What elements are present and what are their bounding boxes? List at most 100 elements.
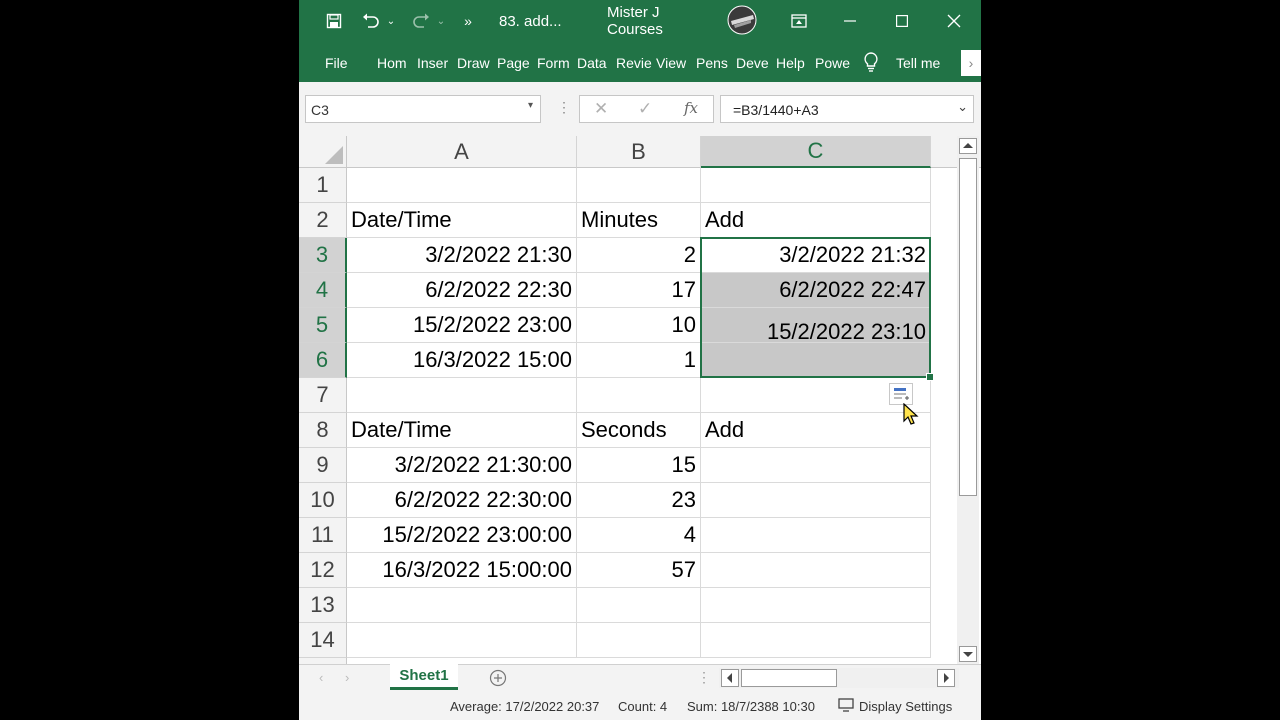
maximize-icon[interactable] <box>889 8 915 34</box>
scroll-left-icon[interactable] <box>721 669 739 687</box>
cell-a6[interactable]: 16/3/2022 15:00 <box>347 343 577 378</box>
cell-c4[interactable]: 6/2/2022 22:47 <box>701 273 931 308</box>
cell-c13[interactable] <box>701 588 931 623</box>
tab-page-layout[interactable]: Page <box>497 55 530 71</box>
cell-b5[interactable]: 10 <box>577 308 701 343</box>
enter-icon[interactable]: ✓ <box>638 99 652 119</box>
row-header[interactable]: 8 <box>299 413 347 448</box>
cell-c12[interactable] <box>701 553 931 588</box>
user-name[interactable]: Mister J Courses <box>607 4 719 38</box>
row-header[interactable]: 13 <box>299 588 347 623</box>
worksheet-grid[interactable]: A B C 1 2 3 4 5 6 7 8 9 10 11 12 13 14 D… <box>299 136 981 664</box>
display-settings-button[interactable]: Display Settings <box>859 699 952 714</box>
cell-c1[interactable] <box>701 168 931 203</box>
tab-developer[interactable]: Deve <box>736 55 769 71</box>
cell-b12[interactable]: 57 <box>577 553 701 588</box>
scroll-down-icon[interactable] <box>959 646 977 662</box>
cell-a14[interactable] <box>347 623 577 658</box>
fill-handle[interactable] <box>926 373 934 381</box>
cell-b1[interactable] <box>577 168 701 203</box>
insert-function-icon[interactable]: fx <box>684 99 698 117</box>
row-header[interactable]: 6 <box>299 343 347 378</box>
tab-insert[interactable]: Inser <box>417 55 448 71</box>
cell-b14[interactable] <box>577 623 701 658</box>
tab-home[interactable]: Hom <box>377 55 407 71</box>
tab-formulas[interactable]: Form <box>537 55 570 71</box>
horizontal-scrollbar[interactable] <box>719 668 959 688</box>
cell-a12[interactable]: 16/3/2022 15:00:00 <box>347 553 577 588</box>
redo-dropdown-icon[interactable]: ⌄ <box>435 8 447 34</box>
scroll-right-icon[interactable] <box>937 669 955 687</box>
display-settings-icon[interactable] <box>838 698 854 715</box>
cell-a4[interactable]: 6/2/2022 22:30 <box>347 273 577 308</box>
cell-c2[interactable]: Add <box>701 203 931 238</box>
cell-a9[interactable]: 3/2/2022 21:30:00 <box>347 448 577 483</box>
sheet-scroll-left-icon[interactable]: ‹ <box>319 670 323 685</box>
tab-pens[interactable]: Pens <box>696 55 728 71</box>
formula-input[interactable]: =B3/1440+A3 ⌄ <box>720 95 974 123</box>
cell-c14[interactable] <box>701 623 931 658</box>
undo-dropdown-icon[interactable]: ⌄ <box>385 8 397 34</box>
cell-b9[interactable]: 15 <box>577 448 701 483</box>
row-header[interactable]: 14 <box>299 623 347 658</box>
cell-a13[interactable] <box>347 588 577 623</box>
column-header-a[interactable]: A <box>347 136 577 168</box>
cell-c8[interactable]: Add <box>701 413 931 448</box>
row-header[interactable]: 7 <box>299 378 347 413</box>
vertical-scrollbar[interactable] <box>957 136 979 664</box>
cancel-icon[interactable]: ✕ <box>594 99 608 119</box>
more-options-icon[interactable]: ⋮ <box>557 99 571 116</box>
cell-a2[interactable]: Date/Time <box>347 203 577 238</box>
cell-b4[interactable]: 17 <box>577 273 701 308</box>
tell-me-search[interactable]: Tell me <box>896 55 940 71</box>
tab-power[interactable]: Powe <box>815 55 850 71</box>
chevron-down-icon[interactable]: ▾ <box>528 100 533 111</box>
cell-a7[interactable] <box>347 378 577 413</box>
cell-a1[interactable] <box>347 168 577 203</box>
column-header-c[interactable]: C <box>701 136 931 168</box>
cell-c3[interactable]: 3/2/2022 21:32 <box>701 238 931 273</box>
add-sheet-icon[interactable] <box>489 669 507 687</box>
select-all-corner[interactable] <box>299 136 347 168</box>
ribbon-scroll-right-icon[interactable]: › <box>961 50 981 76</box>
cell-a3[interactable]: 3/2/2022 21:30 <box>347 238 577 273</box>
cell-b10[interactable]: 23 <box>577 483 701 518</box>
row-header[interactable]: 12 <box>299 553 347 588</box>
expand-formula-icon[interactable]: ⌄ <box>957 99 968 115</box>
row-header[interactable]: 2 <box>299 203 347 238</box>
sheet-scroll-right-icon[interactable]: › <box>345 670 349 685</box>
cell-b8[interactable]: Seconds <box>577 413 701 448</box>
vertical-scroll-thumb[interactable] <box>959 158 977 496</box>
minimize-icon[interactable] <box>837 8 863 34</box>
cell-b11[interactable]: 4 <box>577 518 701 553</box>
cell-c6[interactable] <box>701 343 931 378</box>
row-header[interactable]: 5 <box>299 308 347 343</box>
cell-b13[interactable] <box>577 588 701 623</box>
scroll-up-icon[interactable] <box>959 138 977 154</box>
tab-file[interactable]: File <box>325 55 348 71</box>
tab-help[interactable]: Help <box>776 55 805 71</box>
sheet-tab-sheet1[interactable]: Sheet1 <box>390 664 458 690</box>
more-options-icon[interactable]: ⋮ <box>697 669 711 686</box>
save-icon[interactable] <box>321 8 347 34</box>
row-header[interactable]: 11 <box>299 518 347 553</box>
name-box[interactable]: C3 ▾ <box>305 95 541 123</box>
cell-b7[interactable] <box>577 378 701 413</box>
cell-b6[interactable]: 1 <box>577 343 701 378</box>
cell-b3[interactable]: 2 <box>577 238 701 273</box>
row-header[interactable]: 10 <box>299 483 347 518</box>
ribbon-display-options-icon[interactable] <box>787 8 811 34</box>
tab-draw[interactable]: Draw <box>457 55 490 71</box>
column-header-b[interactable]: B <box>577 136 701 168</box>
tab-review[interactable]: Revie <box>616 55 652 71</box>
quick-analysis-icon[interactable] <box>889 383 913 405</box>
cell-a11[interactable]: 15/2/2022 23:00:00 <box>347 518 577 553</box>
cell-a10[interactable]: 6/2/2022 22:30:00 <box>347 483 577 518</box>
undo-icon[interactable] <box>359 8 383 34</box>
redo-icon[interactable] <box>409 8 433 34</box>
customize-toolbar-icon[interactable]: » <box>459 8 477 34</box>
cell-a8[interactable]: Date/Time <box>347 413 577 448</box>
horizontal-scroll-thumb[interactable] <box>741 669 837 687</box>
avatar[interactable] <box>727 5 757 35</box>
close-icon[interactable] <box>941 8 967 34</box>
